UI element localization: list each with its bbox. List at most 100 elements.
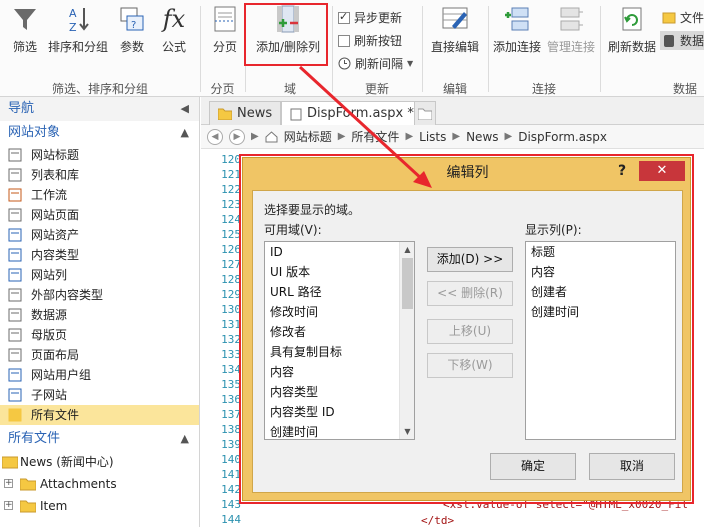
available-fields-list[interactable]: ID UI 版本 URL 路径 修改时间 修改者 具有复制目标 内容 内容类型 内容类型 ID 创… xyxy=(264,241,415,440)
expand-icon[interactable]: + xyxy=(4,479,13,488)
chevron-left-icon[interactable]: ◀ xyxy=(181,97,189,121)
nav-item-label: 网站资产 xyxy=(31,228,80,242)
params-button[interactable]: ? 参数 xyxy=(114,4,150,55)
chevron-right-icon: ▶ xyxy=(405,131,414,142)
nav-item-list[interactable]: 列表和库 xyxy=(0,165,199,185)
displayed-columns-items: 标题 内容 创建者 创建时间 xyxy=(526,242,675,322)
add-connection-button[interactable]: 添加连接 xyxy=(491,4,543,55)
breadcrumb-item[interactable]: Lists xyxy=(419,130,446,144)
available-field-item[interactable]: 修改时间 xyxy=(265,302,414,322)
chevron-up-icon[interactable]: ▲ xyxy=(181,427,189,451)
formula-button[interactable]: fx 公式 xyxy=(156,4,192,55)
displayed-column-item[interactable]: 标题 xyxy=(526,242,675,262)
remove-field-button[interactable]: << 删除(R) xyxy=(427,281,513,306)
breadcrumb-item[interactable]: DispForm.aspx xyxy=(518,130,607,144)
breadcrumb-item[interactable]: 所有文件 xyxy=(351,128,399,145)
expand-icon[interactable]: + xyxy=(4,501,13,510)
nav-item-layout[interactable]: 页面布局 xyxy=(0,345,199,365)
code-line[interactable]: </td> xyxy=(421,514,454,527)
available-field-item[interactable]: 内容类型 ID xyxy=(265,402,414,422)
tree-item-item[interactable]: + Item xyxy=(0,495,199,517)
available-field-item[interactable]: 创建时间 xyxy=(265,422,414,439)
sort-group-button[interactable]: AZ 排序和分组 xyxy=(46,4,110,55)
tree-item-attachments[interactable]: + Attachments xyxy=(0,473,199,495)
group-icon xyxy=(8,368,22,382)
available-field-item[interactable]: ID xyxy=(265,242,414,262)
available-field-item[interactable]: 内容类型 xyxy=(265,382,414,402)
displayed-columns-list[interactable]: 标题 内容 创建者 创建时间 xyxy=(525,241,676,440)
forward-icon[interactable]: ▶ xyxy=(229,128,245,145)
paging-button[interactable]: 分页 xyxy=(208,4,242,55)
async-update-checkbox[interactable]: 异步更新 xyxy=(338,9,402,26)
nav-item-subsite[interactable]: 子网站 xyxy=(0,385,199,405)
nav-item-column[interactable]: 网站列 xyxy=(0,265,199,285)
displayed-column-item[interactable]: 创建者 xyxy=(526,282,675,302)
available-field-item[interactable]: UI 版本 xyxy=(265,262,414,282)
tree-item-label: Item xyxy=(40,499,68,513)
displayed-columns-label: 显示列(P): xyxy=(525,223,582,237)
external-content-icon xyxy=(8,288,22,302)
nav-item-home[interactable]: 网站标题 xyxy=(0,145,199,165)
tab-news[interactable]: News xyxy=(209,101,282,125)
filter-button[interactable]: 筛选 xyxy=(6,4,44,55)
site-objects-header[interactable]: 网站对象 ▲ xyxy=(0,121,199,145)
add-field-button[interactable]: 添加(D) >> xyxy=(427,247,513,272)
chevron-up-icon[interactable]: ▲ xyxy=(181,121,189,145)
group-label-paging: 分页 xyxy=(210,82,235,96)
refresh-interval-dropdown[interactable]: 刷新间隔 ▼ xyxy=(338,55,413,72)
breadcrumb-item[interactable]: 网站标题 xyxy=(284,128,332,145)
move-down-button[interactable]: 下移(W) xyxy=(427,353,513,378)
nav-item-workflow[interactable]: 工作流 xyxy=(0,185,199,205)
nav-item-page[interactable]: 网站页面 xyxy=(0,205,199,225)
nav-item-folder[interactable]: 所有文件 xyxy=(0,405,199,425)
scroll-down-icon[interactable]: ▼ xyxy=(400,424,414,439)
breadcrumb-item[interactable]: News xyxy=(466,130,498,144)
group-label-connections: 连接 xyxy=(531,82,556,96)
file-label: 文件 xyxy=(680,11,704,25)
data-button[interactable]: 数据 xyxy=(660,31,704,50)
help-button[interactable]: ? xyxy=(618,163,626,179)
subsite-icon xyxy=(8,388,22,402)
checkbox-unchecked[interactable] xyxy=(338,34,350,47)
page-icon xyxy=(8,208,22,222)
scroll-thumb[interactable] xyxy=(402,258,413,309)
nav-item-external-content[interactable]: 外部内容类型 xyxy=(0,285,199,305)
ok-button[interactable]: 确定 xyxy=(490,453,576,480)
folder-icon xyxy=(20,500,36,513)
refresh-data-button[interactable]: 刷新数据 xyxy=(603,4,661,55)
scroll-up-icon[interactable]: ▲ xyxy=(400,242,414,257)
available-field-item[interactable]: 内容 xyxy=(265,362,414,382)
vertical-scrollbar[interactable]: ▲ ▼ xyxy=(399,242,414,439)
close-button[interactable]: ✕ xyxy=(639,161,685,181)
displayed-column-item[interactable]: 内容 xyxy=(526,262,675,282)
back-icon[interactable]: ◀ xyxy=(207,128,223,145)
refresh-data-icon xyxy=(622,7,642,31)
new-tab-icon xyxy=(418,108,432,120)
tab-dispform[interactable]: DispForm.aspx * xyxy=(281,101,423,126)
move-up-button[interactable]: 上移(U) xyxy=(427,319,513,344)
line-number: 139 xyxy=(221,438,241,451)
nav-item-group[interactable]: 网站用户组 xyxy=(0,365,199,385)
available-field-item[interactable]: URL 路径 xyxy=(265,282,414,302)
nav-item-content-type[interactable]: 内容类型 xyxy=(0,245,199,265)
refresh-button-checkbox[interactable]: 刷新按钮 xyxy=(338,32,402,49)
nav-item-label: 列表和库 xyxy=(31,168,80,182)
manage-connections-button[interactable]: 管理连接 xyxy=(545,4,597,55)
all-files-header[interactable]: 所有文件 ▲ xyxy=(0,427,199,451)
file-button[interactable]: 文件 xyxy=(662,9,704,26)
nav-item-datasource[interactable]: 数据源 xyxy=(0,305,199,325)
cancel-button[interactable]: 取消 xyxy=(589,453,675,480)
tree-item-news[interactable]: News (新闻中心) xyxy=(0,451,199,473)
inline-edit-label: 直接编辑 xyxy=(430,40,479,54)
inline-edit-button[interactable]: 直接编辑 xyxy=(428,4,482,55)
line-number: 137 xyxy=(221,408,241,421)
line-number: 136 xyxy=(221,393,241,406)
new-tab-button[interactable] xyxy=(414,101,436,125)
inline-edit-icon xyxy=(442,7,468,29)
displayed-column-item[interactable]: 创建时间 xyxy=(526,302,675,322)
available-field-item[interactable]: 修改者 xyxy=(265,322,414,342)
nav-item-masterpage[interactable]: 母版页 xyxy=(0,325,199,345)
available-field-item[interactable]: 具有复制目标 xyxy=(265,342,414,362)
nav-item-assets[interactable]: 网站资产 xyxy=(0,225,199,245)
checkbox-checked[interactable] xyxy=(338,10,350,24)
